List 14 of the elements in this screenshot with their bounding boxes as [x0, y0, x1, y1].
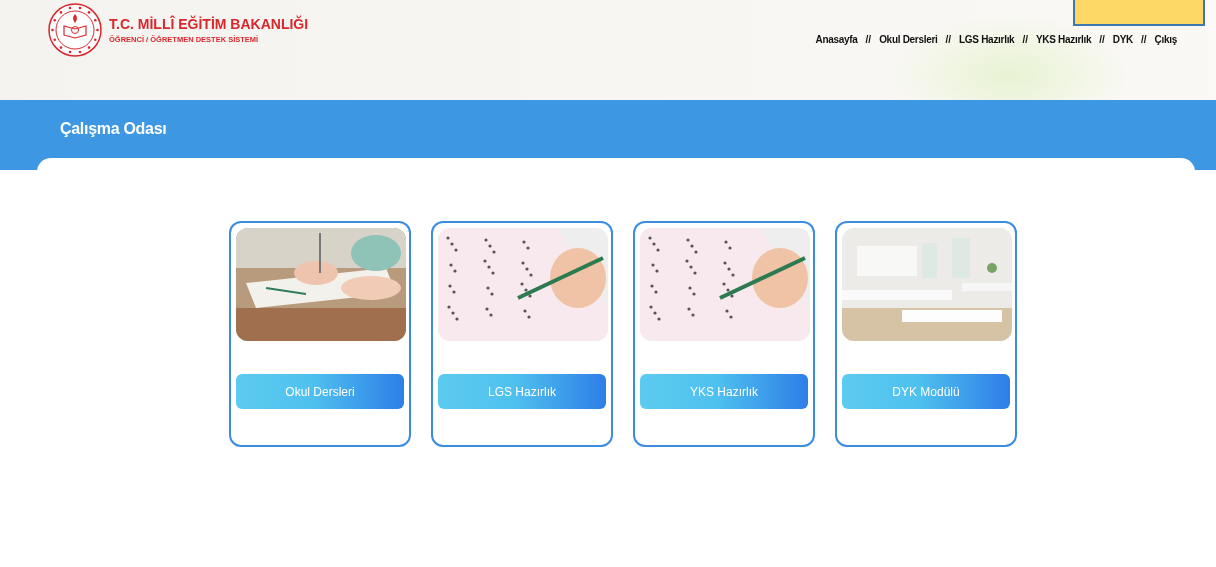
- nav-separator: //: [1022, 34, 1028, 45]
- nav-link[interactable]: Çıkış: [1154, 34, 1177, 45]
- nav-separator: //: [865, 34, 872, 45]
- ministry-title: T.C. MİLLÎ EĞİTİM BAKANLIĞI: [109, 16, 309, 32]
- nav-link[interactable]: DYK: [1112, 34, 1134, 45]
- nav-separator: //: [1099, 34, 1105, 45]
- emblem-logo: [47, 2, 103, 58]
- nav-link[interactable]: LGS Hazırlık: [959, 34, 1015, 45]
- nav-link[interactable]: Anasayfa: [815, 34, 858, 45]
- nav-separator: //: [945, 34, 952, 45]
- nav-link[interactable]: Okul Dersleri: [879, 34, 938, 45]
- nav-separator: //: [1141, 34, 1147, 45]
- nav-link[interactable]: YKS Hazırlık: [1035, 34, 1092, 45]
- page-title: Çalışma Odası: [60, 120, 167, 138]
